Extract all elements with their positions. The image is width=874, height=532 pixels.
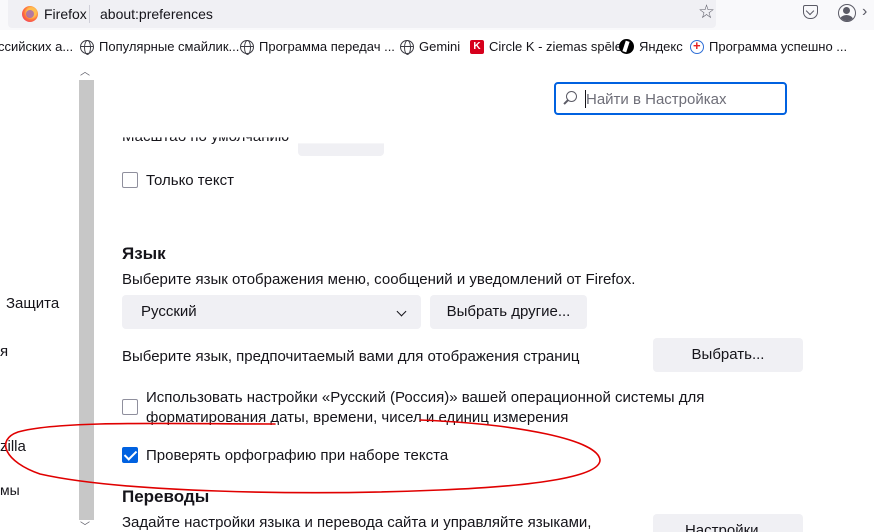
bookmark-item[interactable]: Популярные смайлик... [80,39,240,55]
globe-icon [400,39,414,55]
sidebar-item-sync[interactable]: я [0,343,8,360]
bookmark-item[interactable]: K Circle K - ziemas spēle [470,39,622,54]
bookmark-star-icon[interactable]: ☆ [698,2,715,24]
os-locale-label-line2[interactable]: форматирования даты, времени, чисел и ед… [146,409,568,426]
firefox-logo-icon [22,6,38,22]
bookmark-label: Программа передач ... [259,39,395,54]
bookmarks-toolbar: ссийских а... Популярные смайлик... Прог… [0,34,874,60]
translations-heading: Переводы [122,487,210,506]
os-locale-checkbox[interactable] [122,399,138,415]
translations-settings-button[interactable]: Настройки... [653,514,803,532]
program-icon [690,38,704,54]
spellcheck-label[interactable]: Проверять орфографию при наборе текста [146,447,448,464]
spellcheck-checkbox[interactable] [122,447,138,463]
bookmark-item[interactable]: Яндекс [619,39,683,54]
translations-description: Задайте настройки языка и перевода сайта… [122,514,592,531]
url-field[interactable]: Firefox about:preferences ☆ [8,0,716,28]
choose-page-language-button[interactable]: Выбрать... [653,338,803,372]
bookmark-label: Яндекс [639,39,683,54]
bookmark-label: Gemini [419,39,461,54]
sidebar-item-privacy[interactable]: Защита [6,295,59,312]
text-only-label[interactable]: Только текст [146,172,234,189]
bookmark-label: Программа успешно ... [709,39,848,54]
scroll-up-icon[interactable]: ︿ [80,63,90,78]
scroll-down-icon[interactable]: ﹀ [80,518,90,532]
sidebar-item-mozilla[interactable]: zilla [0,438,26,455]
account-icon[interactable] [838,4,856,22]
language-selected-value: Русский [141,303,197,320]
bookmark-label: Circle K - ziemas spēle [489,39,622,54]
url-text[interactable]: about:preferences [100,6,213,22]
bookmark-item[interactable]: Программа передач ... [240,39,395,55]
bookmark-label: Популярные смайлик... [99,39,240,54]
zoom-select[interactable] [298,143,384,156]
search-input[interactable] [586,89,776,109]
text-only-checkbox[interactable] [122,172,138,188]
identity-label: Firefox [44,6,87,22]
sidebar-item-extensions[interactable]: мы [0,482,20,498]
bookmark-item[interactable]: Gemini [400,39,461,55]
address-bar-area: Firefox about:preferences ☆ › [0,0,874,30]
language-heading: Язык [122,244,166,263]
circle-k-icon: K [470,39,484,54]
bookmark-label: ссийских а... [0,39,74,54]
choose-other-languages-button[interactable]: Выбрать другие... [430,295,587,329]
globe-icon [240,39,254,55]
language-description: Выберите язык отображения меню, сообщени… [122,271,636,288]
chevron-down-icon [396,306,407,317]
search-icon [566,91,577,102]
globe-icon [80,39,94,55]
scrollbar-thumb[interactable] [79,80,94,520]
zoom-label: Масштаб по умолчанию [122,128,290,145]
settings-search[interactable] [554,82,787,115]
yandex-icon [619,39,634,54]
url-separator [89,5,90,23]
pocket-icon[interactable] [803,5,818,19]
page-language-description: Выберите язык, предпочитаемый вами для о… [122,348,580,365]
bookmark-item[interactable]: ссийских а... [0,39,73,54]
os-locale-label-line1[interactable]: Использовать настройки «Русский (Россия)… [146,389,704,406]
bookmark-item[interactable]: Программа успешно ... [690,38,848,54]
overflow-icon[interactable]: › [862,3,867,21]
language-select[interactable]: Русский [122,295,421,329]
